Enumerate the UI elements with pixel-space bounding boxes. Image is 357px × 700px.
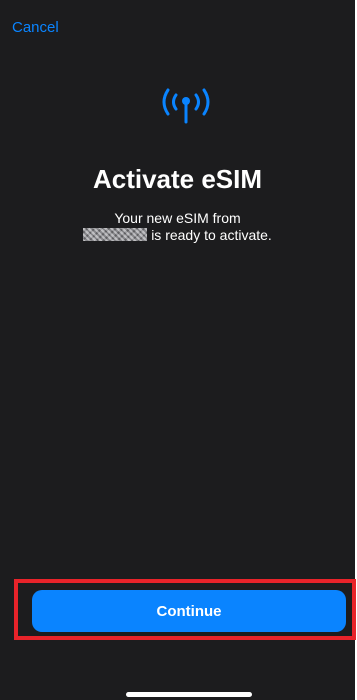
subtitle-line-2-text: is ready to activate. [151,227,272,243]
highlight-annotation-box [14,579,356,640]
antenna-radiowaves-icon [162,88,210,124]
home-indicator [126,692,252,697]
subtitle: Your new eSIM from is ready to activate. [0,210,355,244]
cancel-button[interactable]: Cancel [12,19,59,36]
subtitle-line-2: is ready to activate. [0,227,355,244]
page-title: Activate eSIM [92,164,263,194]
subtitle-line-1: Your new eSIM from [114,210,241,226]
redacted-carrier-name [83,228,148,241]
